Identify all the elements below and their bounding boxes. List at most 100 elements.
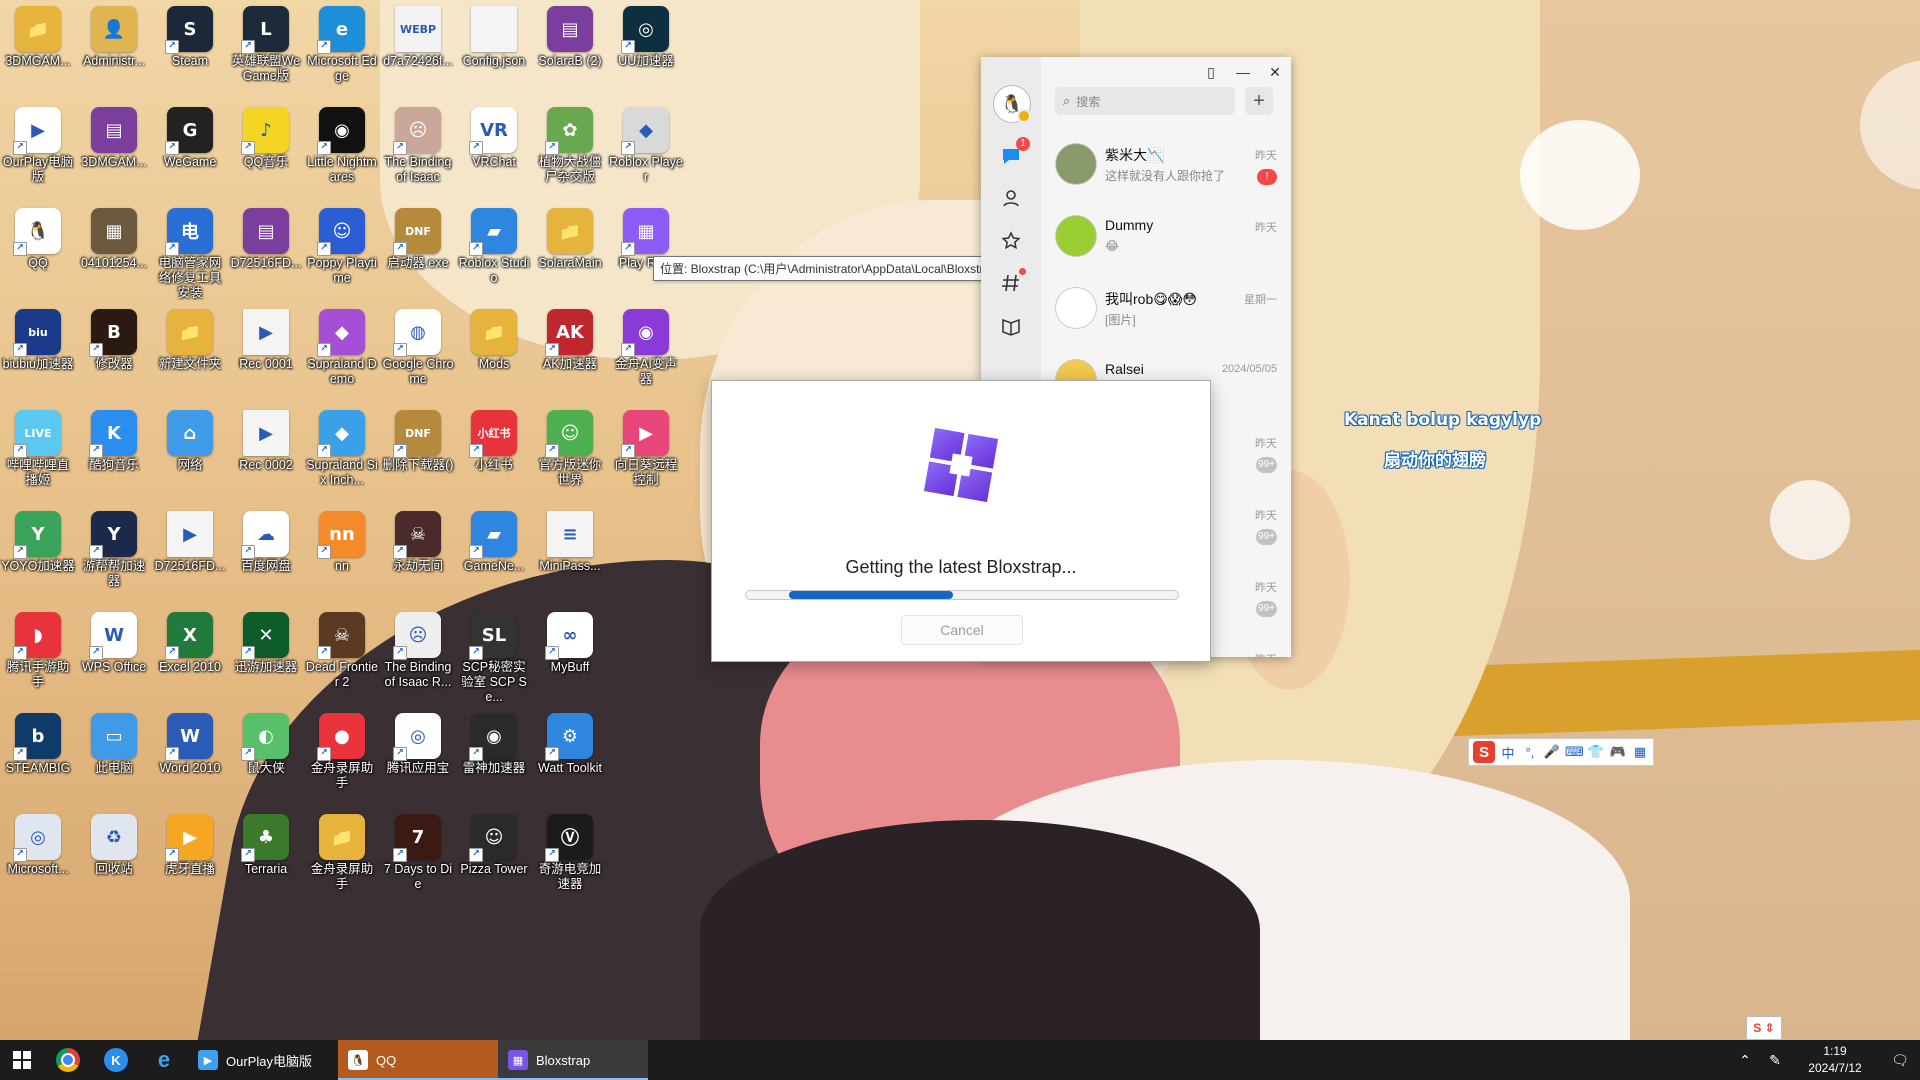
- desktop-icon[interactable]: ▰ ↗ Roblox Studio: [456, 202, 532, 300]
- desktop-icon[interactable]: ♣ ↗ Terraria: [228, 808, 304, 906]
- desktop-icon[interactable]: ☠ ↗ Dead Frontier 2: [304, 606, 380, 704]
- desktop-icon[interactable]: W ↗ Word 2010: [152, 707, 228, 805]
- desktop-icon[interactable]: L ↗ 英雄联盟WeGame版: [228, 0, 304, 98]
- ime-mini-indicator[interactable]: S ⇕: [1746, 1016, 1782, 1040]
- messages-icon[interactable]: 1: [998, 137, 1030, 169]
- desktop-icon[interactable]: ▶ Rec 0002: [228, 404, 304, 502]
- ime-tool-icon[interactable]: °,: [1521, 745, 1539, 760]
- desktop-icon[interactable]: B ↗ 修改器: [76, 303, 152, 401]
- chat-list-item[interactable]: 我叫rob😋😱😳 [图片] 星期一: [1041, 273, 1291, 345]
- desktop-icon[interactable]: ▭ 此电脑: [76, 707, 152, 805]
- pin-icon[interactable]: ▯: [1195, 57, 1227, 87]
- desktop-icon[interactable]: ☺ ↗ 官方版迷你世界: [532, 404, 608, 502]
- desktop-icon[interactable]: ▶ Rec 0001: [228, 303, 304, 401]
- desktop-icon[interactable]: ⌂ 网络: [152, 404, 228, 502]
- kugou-taskbar-icon[interactable]: K: [92, 1040, 140, 1080]
- desktop-icon[interactable]: G ↗ WeGame: [152, 101, 228, 199]
- taskbar-app-button[interactable]: 🐧 QQ: [338, 1040, 498, 1080]
- desktop-icon[interactable]: W ↗ WPS Office: [76, 606, 152, 704]
- desktop-icon[interactable]: ☁ ↗ 百度网盘: [228, 505, 304, 603]
- desktop-icon[interactable]: b ↗ STEAMBIG: [0, 707, 76, 805]
- desktop-icon[interactable]: ♻ 回收站: [76, 808, 152, 906]
- desktop-icon[interactable]: ◗ ↗ 腾讯手游助手: [0, 606, 76, 704]
- desktop-icon[interactable]: ▶ ↗ 向日葵远程控制: [608, 404, 684, 502]
- desktop-icon[interactable]: ◎ ↗ UU加速器: [608, 0, 684, 98]
- desktop-icon[interactable]: Ⓥ ↗ 奇游电竞加速器: [532, 808, 608, 906]
- desktop-icon[interactable]: ▤ 3DMGAM...: [76, 101, 152, 199]
- desktop-icon[interactable]: ◉ ↗ Little Nightmares: [304, 101, 380, 199]
- desktop-icon[interactable]: ☺ ↗ Pizza Tower: [456, 808, 532, 906]
- desktop-icon[interactable]: VR ↗ VRChat: [456, 101, 532, 199]
- chat-list-item[interactable]: 紫米大📉 这样就没有人跟你抢了 昨天!: [1041, 129, 1291, 201]
- desktop-icon[interactable]: S ↗ Steam: [152, 0, 228, 98]
- desktop-icon[interactable]: 📁 SolaraMain: [532, 202, 608, 300]
- add-button[interactable]: +: [1245, 87, 1273, 115]
- desktop-icon[interactable]: ♪ ↗ QQ音乐: [228, 101, 304, 199]
- games-icon[interactable]: [998, 313, 1024, 339]
- close-icon[interactable]: ✕: [1259, 57, 1291, 87]
- desktop-icon[interactable]: ◆ ↗ Roblox Player: [608, 101, 684, 199]
- start-button[interactable]: [0, 1040, 44, 1080]
- chevron-up-icon[interactable]: ⌃: [1730, 1052, 1760, 1069]
- ime-tool-icon[interactable]: 🎮: [1609, 744, 1627, 760]
- desktop-icon[interactable]: DNF ↗ 删除下载器(): [380, 404, 456, 502]
- desktop-icon[interactable]: ◉ ↗ 雷神加速器: [456, 707, 532, 805]
- desktop-icon[interactable]: e ↗ Microsoft Edge: [304, 0, 380, 98]
- desktop-icon[interactable]: ☹ ↗ The Binding of Isaac: [380, 101, 456, 199]
- desktop-icon[interactable]: nn ↗ nn: [304, 505, 380, 603]
- cancel-button[interactable]: Cancel: [901, 615, 1023, 645]
- ime-tool-icon[interactable]: 👕: [1587, 744, 1605, 760]
- desktop-icon[interactable]: ▤ SolaraB (2): [532, 0, 608, 98]
- desktop-icon[interactable]: 📁 金舟录屏助手: [304, 808, 380, 906]
- desktop-icon[interactable]: 👤 Administr...: [76, 0, 152, 98]
- desktop-icon[interactable]: ▦ ↗ Play Ro...: [608, 202, 684, 300]
- ime-tool-icon[interactable]: 🎤: [1543, 744, 1561, 760]
- contacts-icon[interactable]: [998, 185, 1024, 211]
- desktop-icon[interactable]: 📁 Mods: [456, 303, 532, 401]
- desktop-icon[interactable]: ✿ ↗ 植物大战僵尸杂交版: [532, 101, 608, 199]
- desktop-icon[interactable]: ◆ ↗ Supraland Demo: [304, 303, 380, 401]
- desktop-icon[interactable]: biu ↗ biubiu加速器: [0, 303, 76, 401]
- pen-icon[interactable]: ✎: [1760, 1052, 1790, 1069]
- taskbar-app-button[interactable]: ▦ Bloxstrap: [498, 1040, 648, 1080]
- desktop-icon[interactable]: 🐧 ↗ QQ: [0, 202, 76, 300]
- desktop-icon[interactable]: ◐ ↗ 鼠大侠: [228, 707, 304, 805]
- desktop-icon[interactable]: Config.json: [456, 0, 532, 98]
- clock[interactable]: 1:19 2024/7/12: [1790, 1043, 1880, 1077]
- desktop-icon[interactable]: ⚙ ↗ Watt Toolkit: [532, 707, 608, 805]
- ime-tool-icon[interactable]: ⌨: [1565, 744, 1584, 760]
- desktop-icon[interactable]: ▦ 04101254...: [76, 202, 152, 300]
- desktop-icon[interactable]: ◆ ↗ Supraland Six Inch...: [304, 404, 380, 502]
- taskbar-app-button[interactable]: ▶ OurPlay电脑版: [188, 1040, 338, 1080]
- desktop-icon[interactable]: X ↗ Excel 2010: [152, 606, 228, 704]
- desktop-icon[interactable]: ▶ ↗ OurPlay电脑版: [0, 101, 76, 199]
- desktop-icon[interactable]: ▤ D72516FD...: [228, 202, 304, 300]
- desktop-icon[interactable]: 小红书 ↗ 小红书: [456, 404, 532, 502]
- notification-center-icon[interactable]: 🗨: [1880, 1052, 1920, 1069]
- chat-list-item[interactable]: Dummy 😂 昨天: [1041, 201, 1291, 273]
- desktop-icon[interactable]: ◉ ↗ 金舟AI变声器: [608, 303, 684, 401]
- sogou-ime-icon[interactable]: S: [1473, 741, 1495, 763]
- desktop-icon[interactable]: ☠ ↗ 永劫无间: [380, 505, 456, 603]
- desktop-icon[interactable]: ◍ ↗ Google Chrome: [380, 303, 456, 401]
- desktop-icon[interactable]: 📁 3DMGAM...: [0, 0, 76, 98]
- desktop-icon[interactable]: ∞ ↗ MyBuff: [532, 606, 608, 704]
- desktop-icon[interactable]: ◎ ↗ Microsoft...: [0, 808, 76, 906]
- desktop-icon[interactable]: ◎ ↗ 腾讯应用宝: [380, 707, 456, 805]
- desktop-icon[interactable]: LIVE ↗ 哔哩哔哩直播姬: [0, 404, 76, 502]
- channel-hash-icon[interactable]: [998, 268, 1026, 296]
- minimize-icon[interactable]: —: [1227, 57, 1259, 87]
- desktop-icon[interactable]: 电 ↗ 电脑管家网络修复工具安装: [152, 202, 228, 300]
- desktop-icon[interactable]: AK ↗ AK加速器: [532, 303, 608, 401]
- qq-search-input[interactable]: ⌕ 搜索: [1055, 87, 1235, 115]
- desktop-icon[interactable]: ☺ ↗ Poppy Playtime: [304, 202, 380, 300]
- ime-tool-icon[interactable]: ▦: [1631, 744, 1649, 760]
- desktop-icon[interactable]: ▶ ↗ 虎牙直播: [152, 808, 228, 906]
- qq-user-avatar[interactable]: 🐧: [993, 85, 1031, 123]
- desktop-icon[interactable]: Y ↗ 游帮帮加速器: [76, 505, 152, 603]
- chrome-taskbar-icon[interactable]: [44, 1040, 92, 1080]
- desktop-icon[interactable]: ☹ ↗ The Binding of Isaac R...: [380, 606, 456, 704]
- desktop-icon[interactable]: DNF ↗ 启动器.exe: [380, 202, 456, 300]
- ie-taskbar-icon[interactable]: e: [140, 1040, 188, 1080]
- desktop-icon[interactable]: 📁 新建文件夹: [152, 303, 228, 401]
